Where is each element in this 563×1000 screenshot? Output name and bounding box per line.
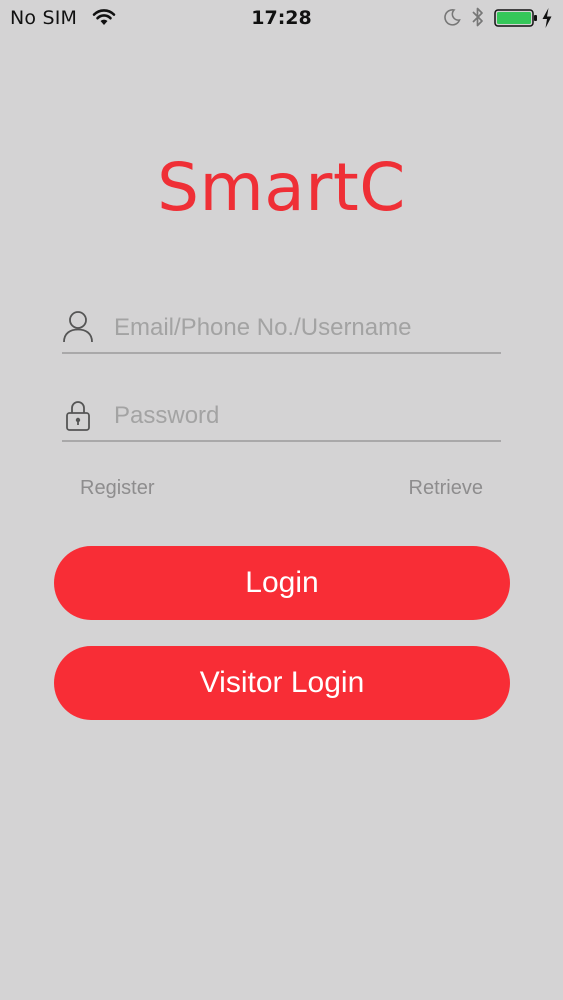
login-button[interactable]: Login [54, 546, 510, 620]
password-field [62, 394, 501, 442]
password-input[interactable] [114, 399, 494, 433]
moon-icon [444, 9, 461, 26]
lock-icon [66, 401, 90, 431]
visitor-login-button[interactable]: Visitor Login [54, 646, 510, 720]
status-bar: No SIM 17:28 [0, 0, 563, 38]
bluetooth-icon [472, 7, 483, 27]
username-field [62, 306, 501, 354]
register-link[interactable]: Register [80, 476, 154, 500]
username-input[interactable] [114, 311, 494, 345]
charge-icon [542, 8, 552, 28]
retrieve-link[interactable]: Retrieve [409, 476, 483, 500]
app-logo: SmartC [157, 149, 406, 226]
user-icon [63, 311, 93, 343]
battery-icon [494, 9, 537, 27]
